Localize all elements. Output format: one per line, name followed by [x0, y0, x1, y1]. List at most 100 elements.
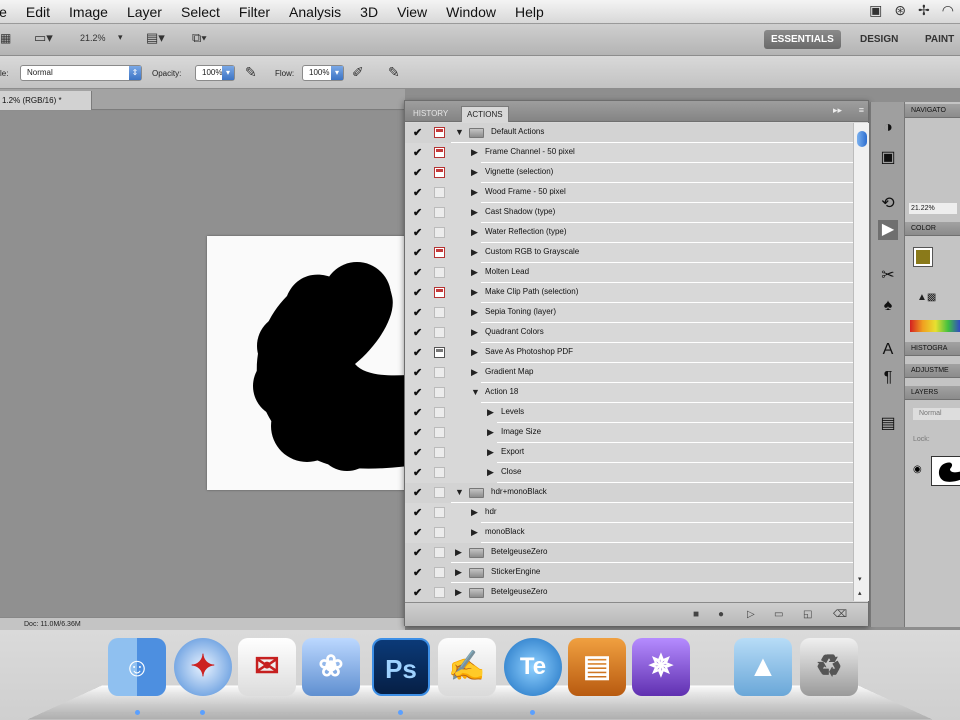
toggle-dialog-icon[interactable] — [434, 247, 445, 258]
zoom-level[interactable]: 21.2% — [80, 33, 106, 43]
disclosure-collapsed-icon[interactable]: ▶ — [455, 567, 462, 578]
document-tab[interactable]: 1.2% (RGB/16) * — [0, 91, 92, 110]
action-set-row[interactable]: ✔ ▶ StickerEngine — [405, 563, 853, 583]
disclosure-collapsed-icon[interactable]: ▶ — [455, 587, 462, 598]
action-row[interactable]: ✔ ▶ Vignette (selection) — [405, 163, 853, 183]
bridge-icon[interactable]: ▦ — [0, 31, 11, 45]
navigator-tab[interactable]: NAVIGATO — [905, 104, 960, 118]
disclosure-collapsed-icon[interactable]: ▶ — [471, 287, 478, 298]
scroll-down-icon[interactable]: ▾ — [858, 575, 862, 583]
toggle-item-checkbox[interactable]: ✔ — [413, 328, 423, 339]
menu-3d[interactable]: 3D — [360, 4, 378, 20]
arrange-documents-icon[interactable]: ▤▾ — [146, 30, 165, 46]
toggle-dialog-icon[interactable] — [434, 567, 445, 578]
brushes-icon[interactable]: ♠ — [878, 296, 898, 316]
toggle-dialog-icon[interactable] — [434, 127, 445, 138]
menu-layer[interactable]: Layer — [127, 4, 162, 20]
masks-icon[interactable]: ▣ — [878, 148, 898, 168]
screen-mode-icon[interactable]: ⧉▾ — [192, 30, 207, 46]
collapse-icon[interactable]: ▸▸ — [833, 105, 842, 116]
menu-analysis[interactable]: Analysis — [289, 4, 341, 20]
toggle-dialog-icon[interactable] — [434, 507, 445, 518]
menu-filter[interactable]: Filter — [239, 4, 270, 20]
notes-icon[interactable]: ▤ — [878, 414, 898, 434]
dock-mail[interactable]: ✉ — [238, 638, 296, 696]
toggle-dialog-icon[interactable] — [434, 587, 445, 598]
action-row[interactable]: ✔ ▶ Gradient Map — [405, 363, 853, 383]
toggle-dialog-icon[interactable] — [434, 147, 445, 158]
action-step-row[interactable]: ✔ ▶ Levels — [405, 403, 853, 423]
color-tab[interactable]: COLOR — [905, 222, 960, 236]
toggle-item-checkbox[interactable]: ✔ — [413, 248, 423, 259]
blend-mode-select[interactable]: Normal ⇕ — [20, 65, 142, 81]
dock-textedit[interactable]: ✍ — [438, 638, 496, 696]
workspace-design[interactable]: DESIGN — [853, 30, 905, 49]
toggle-dialog-icon[interactable] — [434, 547, 445, 558]
action-row[interactable]: ✔ ▶ Save As Photoshop PDF — [405, 343, 853, 363]
action-step-row[interactable]: ✔ ▶ Export — [405, 443, 853, 463]
record-icon[interactable]: ● — [718, 609, 724, 620]
disclosure-collapsed-icon[interactable]: ▶ — [471, 207, 478, 218]
layers-tab[interactable]: LAYERS — [905, 386, 960, 400]
toggle-dialog-icon[interactable] — [434, 387, 445, 398]
toggle-item-checkbox[interactable]: ✔ — [413, 188, 423, 199]
disclosure-expanded-icon[interactable]: ▼ — [471, 387, 480, 397]
disclosure-collapsed-icon[interactable]: ▶ — [455, 547, 462, 558]
disclosure-collapsed-icon[interactable]: ▶ — [487, 447, 494, 458]
adjustments-icon[interactable]: ◑ — [878, 118, 898, 138]
tool-presets-icon[interactable]: ✂ — [878, 266, 898, 286]
toggle-item-checkbox[interactable]: ✔ — [413, 208, 423, 219]
character-icon[interactable]: A — [878, 340, 898, 360]
toggle-item-checkbox[interactable]: ✔ — [413, 288, 423, 299]
toggle-dialog-icon[interactable] — [434, 227, 445, 238]
action-set-row[interactable]: ✔ ▼ hdr+monoBlack — [405, 483, 853, 503]
menu-file[interactable]: le — [0, 4, 7, 20]
disclosure-collapsed-icon[interactable]: ▶ — [471, 167, 478, 178]
navigator-zoom[interactable]: 21.22% — [909, 203, 957, 214]
toggle-dialog-icon[interactable] — [434, 207, 445, 218]
action-row[interactable]: ✔ ▶ monoBlack — [405, 523, 853, 543]
toggle-dialog-icon[interactable] — [434, 267, 445, 278]
disclosure-collapsed-icon[interactable]: ▶ — [487, 407, 494, 418]
toggle-dialog-icon[interactable] — [434, 347, 445, 358]
bluetooth-icon[interactable]: ✢ — [918, 2, 930, 19]
toggle-item-checkbox[interactable]: ✔ — [413, 528, 423, 539]
toggle-dialog-icon[interactable] — [434, 187, 445, 198]
scroll-thumb[interactable] — [857, 131, 867, 147]
toggle-item-checkbox[interactable]: ✔ — [413, 428, 423, 439]
disclosure-expanded-icon[interactable]: ▼ — [455, 487, 464, 497]
canvas-area[interactable] — [0, 111, 422, 617]
stop-icon[interactable]: ■ — [693, 609, 699, 620]
new-set-icon[interactable]: ▭ — [774, 609, 783, 620]
toggle-item-checkbox[interactable]: ✔ — [413, 488, 423, 499]
toggle-item-checkbox[interactable]: ✔ — [413, 568, 423, 579]
delete-icon[interactable]: ⌫ — [833, 609, 847, 620]
history-icon[interactable]: ⟲ — [878, 194, 898, 214]
toggle-item-checkbox[interactable]: ✔ — [413, 168, 423, 179]
actions-icon[interactable]: ▶ — [878, 220, 898, 240]
disclosure-expanded-icon[interactable]: ▼ — [455, 127, 464, 137]
action-row[interactable]: ✔ ▶ Water Reflection (type) — [405, 223, 853, 243]
toggle-item-checkbox[interactable]: ✔ — [413, 148, 423, 159]
action-step-row[interactable]: ✔ ▶ Close — [405, 463, 853, 483]
disclosure-collapsed-icon[interactable]: ▶ — [487, 467, 494, 478]
tablet-pressure-size-icon[interactable]: ✎ — [388, 64, 400, 81]
workspace-paint[interactable]: PAINT — [918, 30, 960, 49]
toggle-dialog-icon[interactable] — [434, 527, 445, 538]
paragraph-icon[interactable]: ¶ — [878, 368, 898, 388]
action-row[interactable]: ✔ ▶ Wood Frame - 50 pixel — [405, 183, 853, 203]
adjustments-tab[interactable]: ADJUSTME — [905, 364, 960, 378]
toggle-item-checkbox[interactable]: ✔ — [413, 388, 423, 399]
disclosure-collapsed-icon[interactable]: ▶ — [471, 147, 478, 158]
video-icon[interactable]: ▣ — [869, 2, 882, 19]
action-row[interactable]: ✔ ▶ Cast Shadow (type) — [405, 203, 853, 223]
menu-help[interactable]: Help — [515, 4, 544, 20]
action-row[interactable]: ✔ ▶ Molten Lead — [405, 263, 853, 283]
disclosure-collapsed-icon[interactable]: ▶ — [471, 307, 478, 318]
disclosure-collapsed-icon[interactable]: ▶ — [471, 267, 478, 278]
view-extras-icon[interactable]: ▭▾ — [34, 30, 53, 46]
disclosure-collapsed-icon[interactable]: ▶ — [471, 187, 478, 198]
toggle-item-checkbox[interactable]: ✔ — [413, 308, 423, 319]
toggle-item-checkbox[interactable]: ✔ — [413, 368, 423, 379]
toggle-item-checkbox[interactable]: ✔ — [413, 348, 423, 359]
